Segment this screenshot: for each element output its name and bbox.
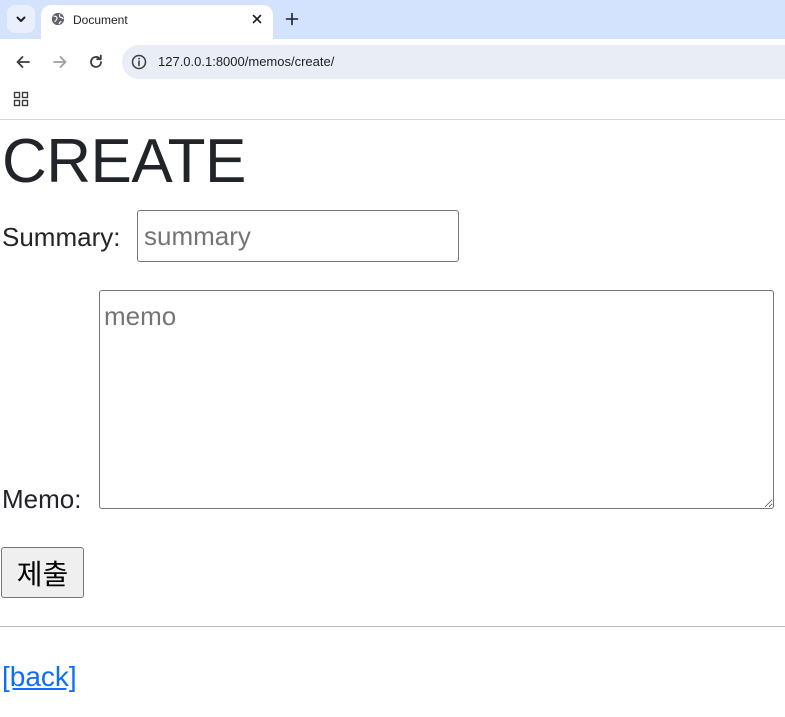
address-bar[interactable]: 127.0.0.1:8000/memos/create/ xyxy=(122,45,785,79)
tab-list-button[interactable] xyxy=(7,5,35,33)
page-title: CREATE xyxy=(2,127,246,196)
close-icon[interactable] xyxy=(249,11,265,27)
summary-label: Summary: xyxy=(2,222,121,252)
apps-grid-icon[interactable] xyxy=(13,91,29,107)
url-text: 127.0.0.1:8000/memos/create/ xyxy=(158,54,335,69)
back-link[interactable]: [back] xyxy=(2,661,77,693)
tab-title: Document xyxy=(73,13,128,27)
browser-toolbar: 127.0.0.1:8000/memos/create/ xyxy=(0,39,785,85)
submit-button[interactable]: 제출 xyxy=(1,547,84,598)
page-content: CREATE Summary: Memo: 제출 [back] xyxy=(0,120,785,717)
horizontal-divider xyxy=(0,626,785,627)
browser-tab[interactable]: Document xyxy=(41,5,273,39)
memo-label: Memo: xyxy=(2,484,82,514)
site-info-icon[interactable] xyxy=(130,53,148,71)
reload-icon[interactable] xyxy=(86,52,106,72)
globe-icon xyxy=(51,12,65,26)
plus-icon[interactable] xyxy=(283,10,301,28)
back-arrow-icon[interactable] xyxy=(13,52,33,72)
chevron-down-icon xyxy=(16,16,26,22)
browser-tabstrip: Document xyxy=(0,0,785,39)
bookmarks-bar xyxy=(0,85,785,120)
memo-textarea[interactable] xyxy=(99,290,774,509)
summary-input[interactable] xyxy=(137,210,459,262)
forward-arrow-icon[interactable] xyxy=(50,52,70,72)
